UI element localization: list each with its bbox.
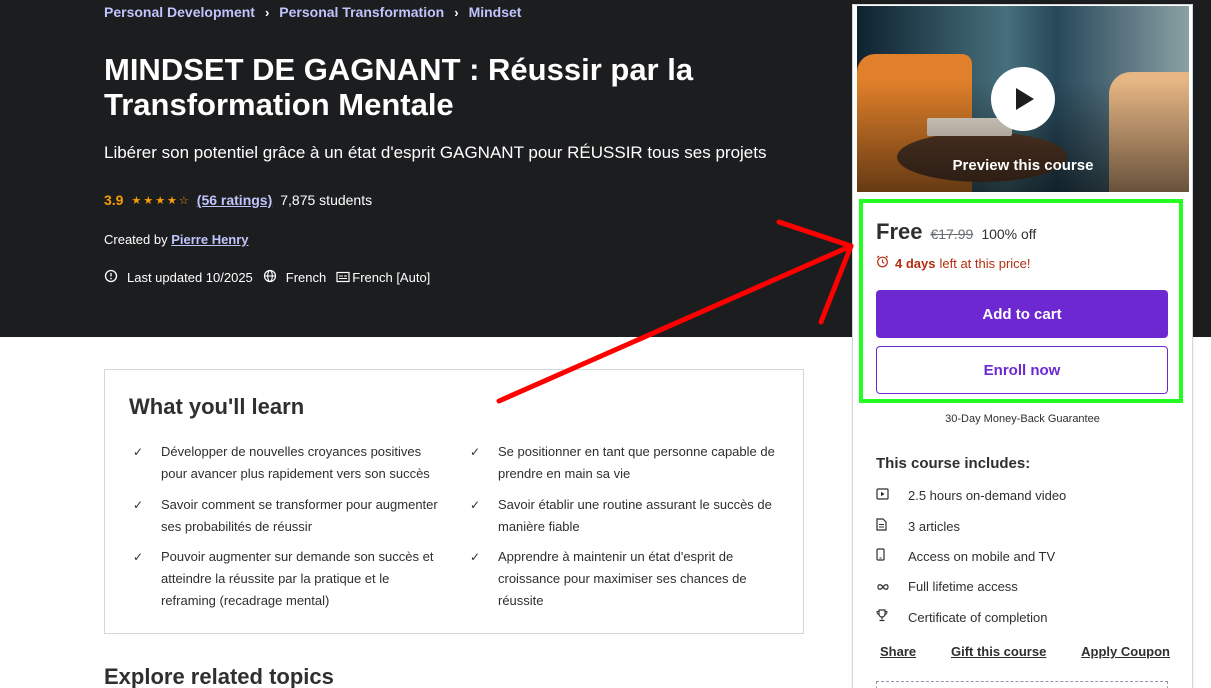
include-item-label: Access on mobile and TV [908,548,1056,564]
card-actions: Share Gift this course Apply Coupon [880,644,1170,659]
breadcrumb-item-personal-transformation[interactable]: Personal Transformation [279,4,444,20]
includes-title: This course includes: [876,455,1031,472]
chevron-right-icon: › [264,4,270,20]
language: French [263,269,326,286]
share-link[interactable]: Share [880,644,916,659]
include-item-label: 3 articles [908,518,961,534]
created-by-label: Created by [104,232,168,247]
coupon-box [876,681,1168,688]
trophy-icon [876,609,908,625]
ratings-count-link[interactable]: (56 ratings) [197,192,272,208]
rating-value: 3.9 [104,192,124,208]
include-item-label: Full lifetime access [908,579,1018,594]
learn-item: ✓ Savoir comment se transformer pour aug… [129,494,446,538]
alert-clock-icon [104,269,118,286]
learn-item: ✓ Se positionner en tant que personne ca… [466,441,783,485]
preview-label: Preview this course [952,157,1094,174]
globe-icon [263,269,277,286]
learn-title: What you'll learn [129,394,305,419]
chevron-right-icon: › [454,4,459,20]
include-item-label: Certificate of completion [908,609,1048,625]
learn-item-text: Apprendre à maintenir un état d'esprit d… [498,549,747,608]
check-icon: ✓ [133,445,144,459]
video-icon [876,488,908,503]
mobile-icon [876,548,908,564]
created-by: Created by Pierre Henry [104,232,249,247]
money-back-guarantee: 30-Day Money-Back Guarantee [945,413,1100,425]
explore-related-topics-title: Explore related topics [104,664,334,688]
last-updated-text: Last updated 10/2025 [127,270,253,285]
include-item-articles: 3 articles [876,518,960,534]
include-item-video: 2.5 hours on-demand video [876,488,1066,503]
check-icon: ✓ [133,498,144,512]
students-count: 7,875 students [280,192,373,208]
breadcrumb: Personal Development › Personal Transfor… [104,4,521,20]
play-icon[interactable] [991,67,1055,131]
check-icon: ✓ [470,550,481,564]
learn-item-text: Pouvoir augmenter sur demande son succès… [161,549,434,608]
infinity-icon [876,580,908,594]
course-subtitle: Libérer son potentiel grâce à un état d'… [104,143,767,162]
learn-item: ✓ Développer de nouvelles croyances posi… [129,441,446,485]
course-preview[interactable]: Preview this course [857,6,1189,192]
include-item-label: 2.5 hours on-demand video [908,488,1067,503]
annotation-highlight-box [859,199,1183,403]
learn-item-text: Savoir établir une routine assurant le s… [498,497,772,534]
what-youll-learn: What you'll learn ✓ Développer de nouvel… [104,369,804,634]
gift-course-link[interactable]: Gift this course [951,644,1046,659]
rating-row: 3.9 ★★★★☆ (56 ratings) 7,875 students [104,192,372,208]
learn-item: ✓ Savoir établir une routine assurant le… [466,494,783,538]
breadcrumb-item-personal-development[interactable]: Personal Development [104,4,255,20]
learn-item-text: Développer de nouvelles croyances positi… [161,444,430,481]
article-icon [876,518,908,534]
star-rating-icon: ★★★★☆ [131,194,191,207]
captions: French [Auto] [336,270,430,286]
course-meta: Last updated 10/2025 French French [Auto… [104,269,440,286]
learn-item-text: Se positionner en tant que personne capa… [498,444,775,481]
include-item-lifetime: Full lifetime access [876,579,1018,594]
learn-item: ✓ Apprendre à maintenir un état d'esprit… [466,546,783,612]
learn-item-text: Savoir comment se transformer pour augme… [161,497,438,534]
include-item-certificate: Certificate of completion [876,609,1047,625]
author-link[interactable]: Pierre Henry [171,232,248,247]
course-title: MINDSET DE GAGNANT : Réussir par la Tran… [104,52,694,122]
learn-item: ✓ Pouvoir augmenter sur demande son succ… [129,546,446,612]
check-icon: ✓ [470,498,481,512]
language-text: French [285,270,327,285]
breadcrumb-item-mindset[interactable]: Mindset [469,4,522,20]
check-icon: ✓ [470,445,481,459]
check-icon: ✓ [133,550,144,564]
apply-coupon-link[interactable]: Apply Coupon [1081,644,1170,659]
closed-captions-icon [336,270,350,286]
captions-text: French [Auto] [352,270,431,285]
include-item-mobile: Access on mobile and TV [876,548,1055,564]
last-updated: Last updated 10/2025 [104,269,253,286]
